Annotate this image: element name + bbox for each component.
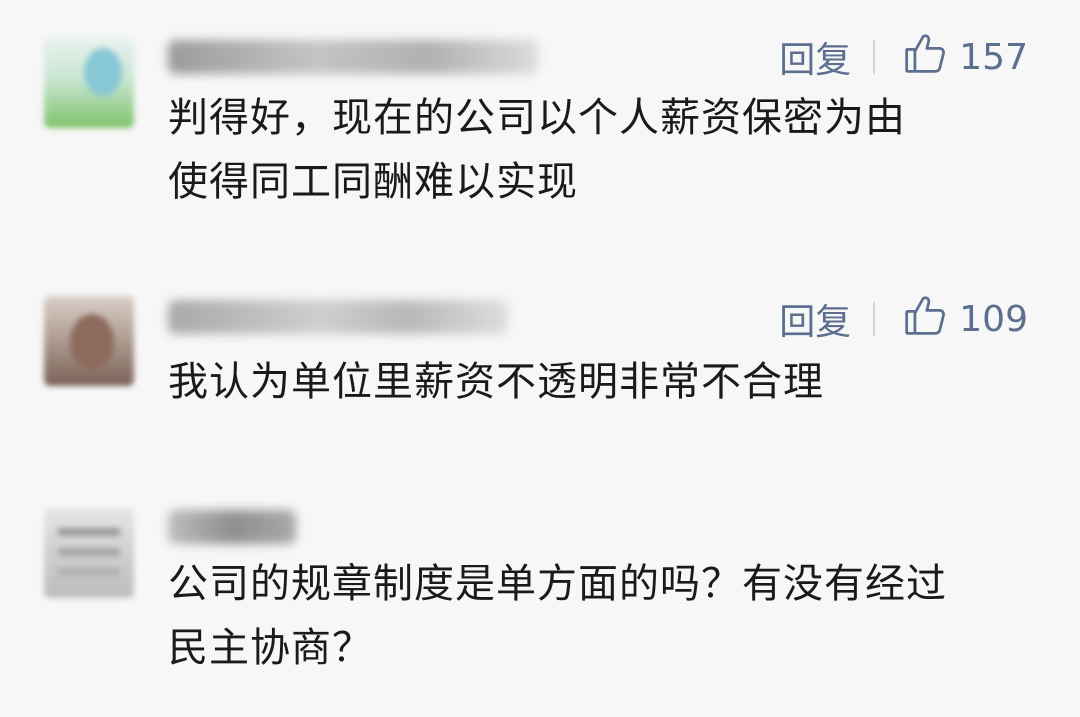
comment-text: 判得好，现在的公司以个人薪资保密为由 使得同工同酬难以实现 xyxy=(168,95,906,205)
comment-list: 回复 157 判得好，现在的公司以个人薪资保密为由 使得同工同酬难以实现 回复 xyxy=(0,0,1080,717)
reply-button[interactable]: 回复 xyxy=(779,31,851,83)
action-divider xyxy=(873,302,876,336)
like-button[interactable]: 109 xyxy=(903,293,1028,346)
comment-text: 我认为单位里薪资不透明非常不合理 xyxy=(168,359,824,405)
action-divider xyxy=(873,40,876,74)
comment-actions: 回复 157 xyxy=(779,32,1028,82)
avatar[interactable] xyxy=(44,38,134,128)
thumbs-up-icon xyxy=(903,293,959,346)
like-button[interactable]: 157 xyxy=(903,31,1028,84)
thumbs-up-icon xyxy=(903,31,959,84)
username-blurred[interactable] xyxy=(168,510,296,544)
like-count: 109 xyxy=(959,298,1028,340)
reply-button[interactable]: 回复 xyxy=(779,293,851,345)
comment-text: 公司的规章制度是单方面的吗？有没有经过 民主协商？ xyxy=(168,561,947,671)
avatar[interactable] xyxy=(44,296,134,386)
username-blurred[interactable] xyxy=(168,40,538,74)
avatar[interactable] xyxy=(44,508,134,598)
username-blurred[interactable] xyxy=(168,300,508,334)
comment-actions: 回复 109 xyxy=(779,294,1028,344)
like-count: 157 xyxy=(959,36,1028,78)
